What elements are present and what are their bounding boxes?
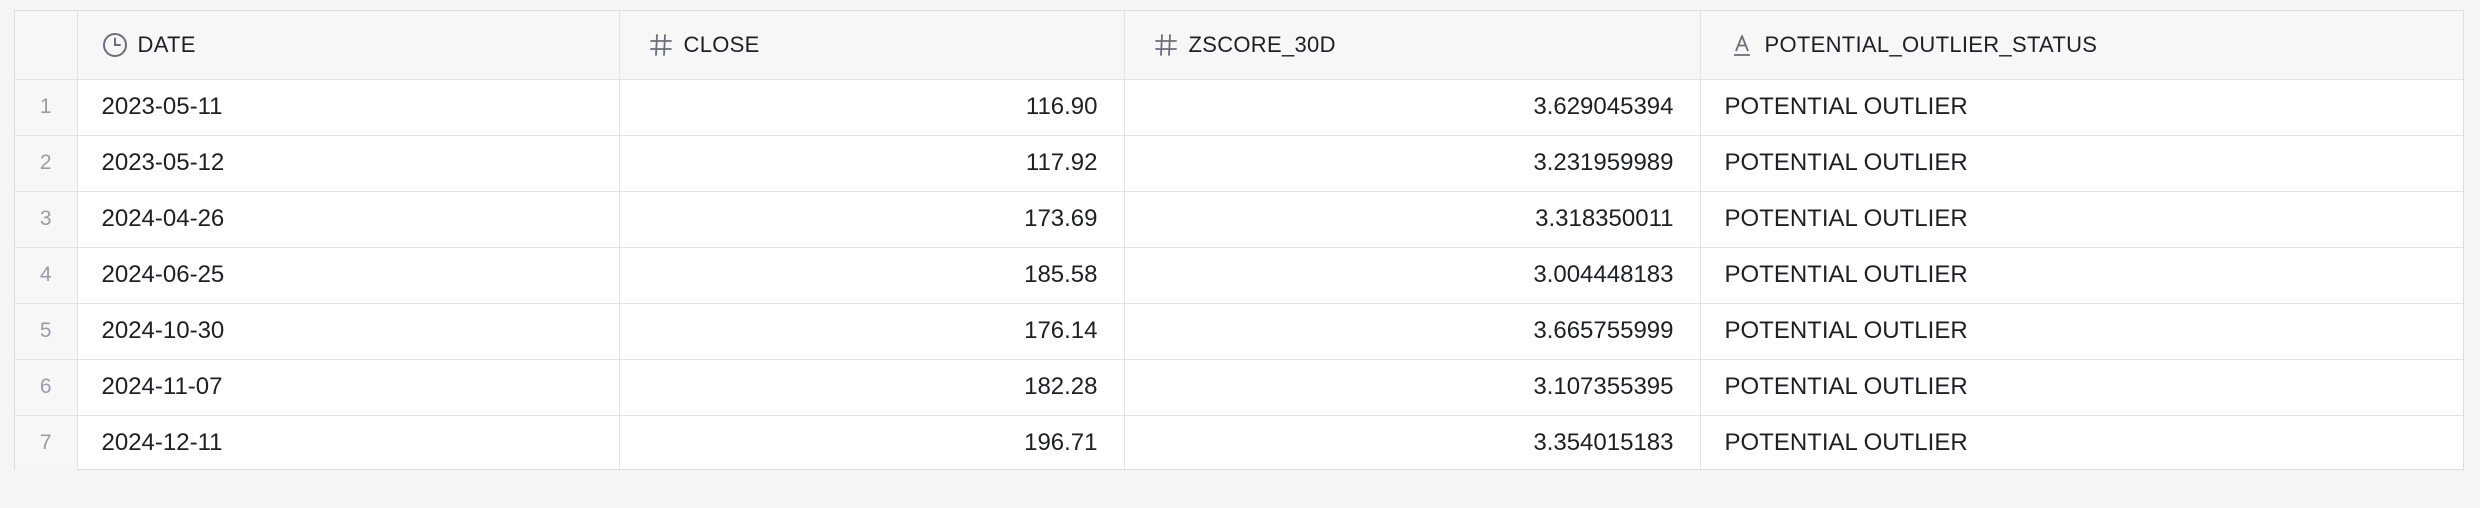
cell-status[interactable]: POTENTIAL OUTLIER <box>1700 247 2463 304</box>
row-index: 6 <box>15 359 78 416</box>
cell-date[interactable]: 2023-05-12 <box>77 135 620 192</box>
row-index: 1 <box>15 79 78 136</box>
clock-icon <box>100 30 130 60</box>
cell-zscore[interactable]: 3.354015183 <box>1124 415 1701 471</box>
cell-date[interactable]: 2024-12-11 <box>77 415 620 471</box>
cell-date[interactable]: 2024-10-30 <box>77 303 620 360</box>
cell-date[interactable]: 2024-04-26 <box>77 191 620 248</box>
cell-close[interactable]: 196.71 <box>619 415 1125 471</box>
row-index-header <box>15 11 78 80</box>
row-index: 4 <box>15 247 78 304</box>
text-type-icon <box>1727 30 1757 60</box>
table-row[interactable]: 7 2024-12-11 196.71 3.354015183 POTENTIA… <box>15 415 2463 471</box>
cell-zscore[interactable]: 3.665755999 <box>1124 303 1701 360</box>
cell-status[interactable]: POTENTIAL OUTLIER <box>1700 359 2463 416</box>
cell-zscore[interactable]: 3.629045394 <box>1124 79 1701 136</box>
cell-zscore[interactable]: 3.107355395 <box>1124 359 1701 416</box>
table-row[interactable]: 3 2024-04-26 173.69 3.318350011 POTENTIA… <box>15 191 2463 248</box>
header-row: DATE CLOSE ZSCORE_30D POTENTIAL_OUTLIER_… <box>15 11 2463 80</box>
cell-close[interactable]: 182.28 <box>619 359 1125 416</box>
column-header-date[interactable]: DATE <box>77 11 620 80</box>
hash-icon <box>1151 30 1181 60</box>
column-header-label: POTENTIAL_OUTLIER_STATUS <box>1764 31 2098 57</box>
cell-status[interactable]: POTENTIAL OUTLIER <box>1700 135 2463 192</box>
cell-close[interactable]: 117.92 <box>619 135 1125 192</box>
cell-status[interactable]: POTENTIAL OUTLIER <box>1700 191 2463 248</box>
column-header-status[interactable]: POTENTIAL_OUTLIER_STATUS <box>1700 11 2463 80</box>
row-index: 7 <box>15 415 78 471</box>
results-grid: DATE CLOSE ZSCORE_30D POTENTIAL_OUTLIER_… <box>14 10 2464 471</box>
table-row[interactable]: 1 2023-05-11 116.90 3.629045394 POTENTIA… <box>15 79 2463 136</box>
hash-icon <box>646 30 676 60</box>
table-row[interactable]: 4 2024-06-25 185.58 3.004448183 POTENTIA… <box>15 247 2463 304</box>
cell-date[interactable]: 2023-05-11 <box>77 79 620 136</box>
cell-zscore[interactable]: 3.004448183 <box>1124 247 1701 304</box>
column-header-label: CLOSE <box>683 31 760 57</box>
cell-close[interactable]: 176.14 <box>619 303 1125 360</box>
column-header-label: DATE <box>137 31 196 57</box>
row-index: 5 <box>15 303 78 360</box>
column-header-label: ZSCORE_30D <box>1188 31 1336 57</box>
cell-zscore[interactable]: 3.231959989 <box>1124 135 1701 192</box>
cell-date[interactable]: 2024-11-07 <box>77 359 620 416</box>
row-index: 3 <box>15 191 78 248</box>
table-row[interactable]: 5 2024-10-30 176.14 3.665755999 POTENTIA… <box>15 303 2463 360</box>
cell-close[interactable]: 173.69 <box>619 191 1125 248</box>
table-row[interactable]: 6 2024-11-07 182.28 3.107355395 POTENTIA… <box>15 359 2463 416</box>
cell-zscore[interactable]: 3.318350011 <box>1124 191 1701 248</box>
column-header-zscore[interactable]: ZSCORE_30D <box>1124 11 1701 80</box>
table-row[interactable]: 2 2023-05-12 117.92 3.231959989 POTENTIA… <box>15 135 2463 192</box>
cell-close[interactable]: 116.90 <box>619 79 1125 136</box>
cell-status[interactable]: POTENTIAL OUTLIER <box>1700 79 2463 136</box>
cell-date[interactable]: 2024-06-25 <box>77 247 620 304</box>
cell-status[interactable]: POTENTIAL OUTLIER <box>1700 415 2463 471</box>
row-index: 2 <box>15 135 78 192</box>
cell-close[interactable]: 185.58 <box>619 247 1125 304</box>
column-header-close[interactable]: CLOSE <box>619 11 1125 80</box>
results-table: DATE CLOSE ZSCORE_30D POTENTIAL_OUTLIER_… <box>15 11 2463 471</box>
cell-status[interactable]: POTENTIAL OUTLIER <box>1700 303 2463 360</box>
